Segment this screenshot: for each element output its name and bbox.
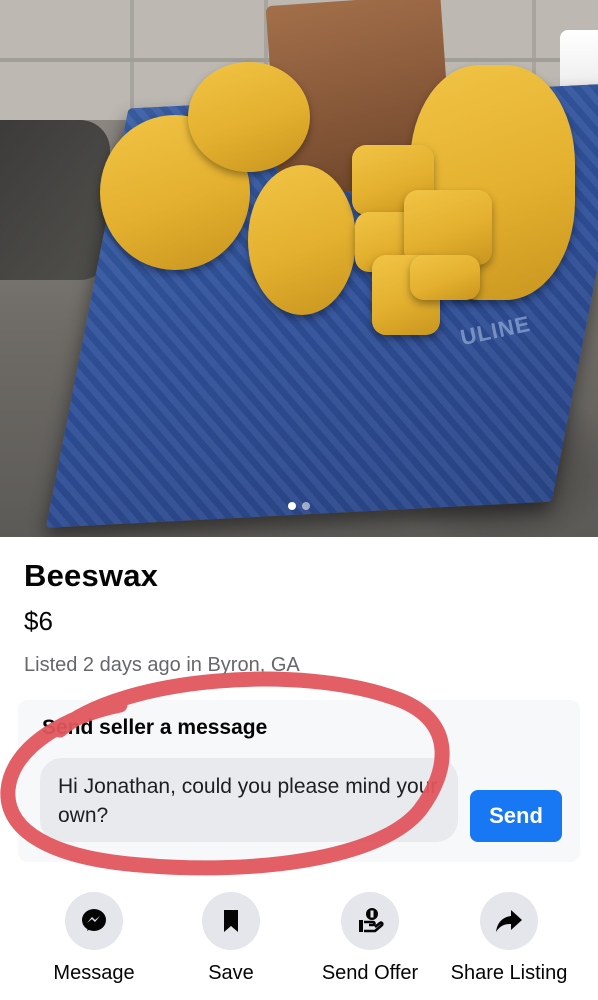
bookmark-icon[interactable] [202, 892, 260, 950]
save-label: Save [208, 962, 254, 984]
message-action[interactable]: Message [50, 892, 138, 985]
save-action[interactable]: Save [202, 892, 260, 985]
messenger-icon[interactable] [65, 892, 123, 950]
wax-round-middle [248, 165, 356, 315]
listing-price: $6 [24, 606, 53, 636]
message-label: Message [53, 962, 135, 984]
share-listing-label: Share Listing [450, 962, 568, 984]
listing-title: Beeswax [24, 558, 159, 593]
wax-block-3 [404, 190, 492, 265]
message-heading: Send seller a message [42, 716, 268, 739]
share-listing-action[interactable]: Share Listing [448, 892, 570, 985]
listing-meta: Listed 2 days ago in Byron, GA [24, 654, 300, 676]
offer-hand-icon[interactable] [341, 892, 399, 950]
send-offer-action[interactable]: Send Offer [320, 892, 420, 985]
wax-round-back [188, 62, 310, 172]
send-offer-label: Send Offer [321, 962, 419, 984]
wax-block-5 [410, 255, 480, 300]
garden-tool [0, 120, 110, 280]
action-bar: Message Save Send Offer Share Listing [0, 892, 598, 1000]
carousel-dot[interactable] [302, 502, 310, 510]
carousel-indicator [0, 502, 598, 510]
listing-photo[interactable]: ULINE [0, 0, 598, 537]
send-button[interactable]: Send [470, 790, 562, 842]
share-arrow-icon[interactable] [480, 892, 538, 950]
carousel-dot-active[interactable] [288, 502, 296, 510]
message-input[interactable]: Hi Jonathan, could you please mind your … [40, 758, 458, 842]
